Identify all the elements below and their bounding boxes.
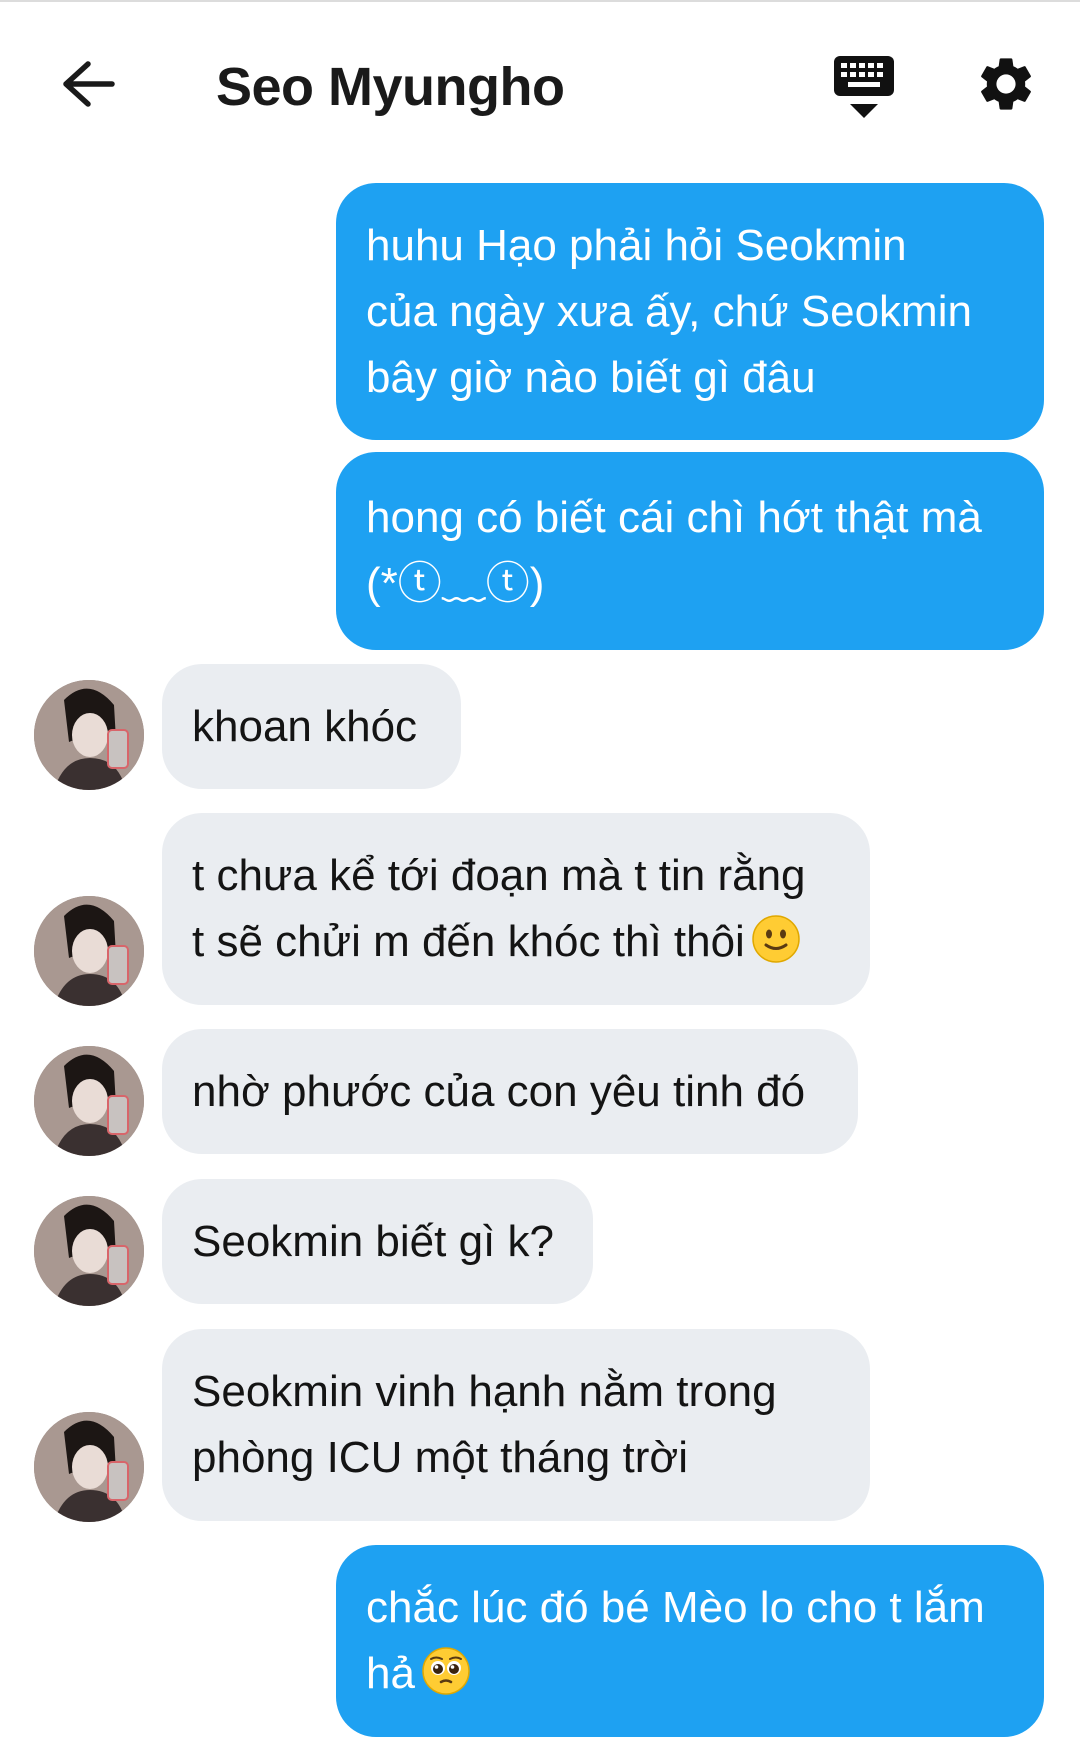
- slightly-smiling-face-icon: [752, 915, 800, 963]
- message-text: Seokmin biết gì k?: [192, 1216, 554, 1266]
- incoming-message-bubble[interactable]: Seokmin biết gì k?: [162, 1179, 593, 1304]
- keyboard-button[interactable]: [830, 52, 898, 124]
- keyboard-icon: [834, 56, 894, 118]
- message-text: t chưa kể tới đoạn mà t tin rằng t sẽ ch…: [192, 851, 806, 966]
- incoming-message-bubble[interactable]: khoan khóc: [162, 664, 461, 789]
- incoming-message-bubble[interactable]: nhờ phước của con yêu tinh đó: [162, 1029, 858, 1154]
- arrow-left-icon: [63, 61, 115, 107]
- chat-header: Seo Myungho: [0, 0, 1080, 170]
- avatar[interactable]: [34, 1046, 144, 1156]
- avatar-photo: [34, 1196, 144, 1306]
- message-text: chắc lúc đó bé Mèo lo cho t lắm hả: [366, 1583, 985, 1698]
- pleading-face-icon: [422, 1647, 470, 1695]
- message-text: nhờ phước của con yêu tinh đó: [192, 1066, 806, 1116]
- avatar-photo: [34, 896, 144, 1006]
- avatar-photo: [34, 680, 144, 790]
- message-text: Seokmin vinh hạnh nằm trong phòng ICU mộ…: [192, 1367, 777, 1482]
- conversation-title: Seo Myungho: [216, 57, 565, 117]
- avatar[interactable]: [34, 680, 144, 790]
- avatar[interactable]: [34, 1196, 144, 1306]
- message-text: hong có biết cái chì hớt thật mà (*ⓣ﹏ⓣ): [366, 493, 982, 608]
- incoming-message-bubble[interactable]: t chưa kể tới đoạn mà t tin rằng t sẽ ch…: [162, 813, 870, 1005]
- incoming-message-bubble[interactable]: Seokmin vinh hạnh nằm trong phòng ICU mộ…: [162, 1329, 870, 1521]
- outgoing-message-bubble[interactable]: chắc lúc đó bé Mèo lo cho t lắm hả: [336, 1545, 1044, 1737]
- outgoing-message-bubble[interactable]: hong có biết cái chì hớt thật mà (*ⓣ﹏ⓣ): [336, 452, 1044, 650]
- avatar[interactable]: [34, 1412, 144, 1522]
- avatar-photo: [34, 1412, 144, 1522]
- avatar-photo: [34, 1046, 144, 1156]
- message-text: huhu Hạo phải hỏi Seokmin của ngày xưa ấ…: [366, 220, 972, 402]
- gear-icon: [981, 58, 1031, 110]
- outgoing-message-bubble[interactable]: huhu Hạo phải hỏi Seokmin của ngày xưa ấ…: [336, 183, 1044, 440]
- back-button[interactable]: [52, 52, 124, 116]
- message-text: khoan khóc: [192, 701, 418, 751]
- avatar[interactable]: [34, 896, 144, 1006]
- settings-button[interactable]: [974, 52, 1038, 116]
